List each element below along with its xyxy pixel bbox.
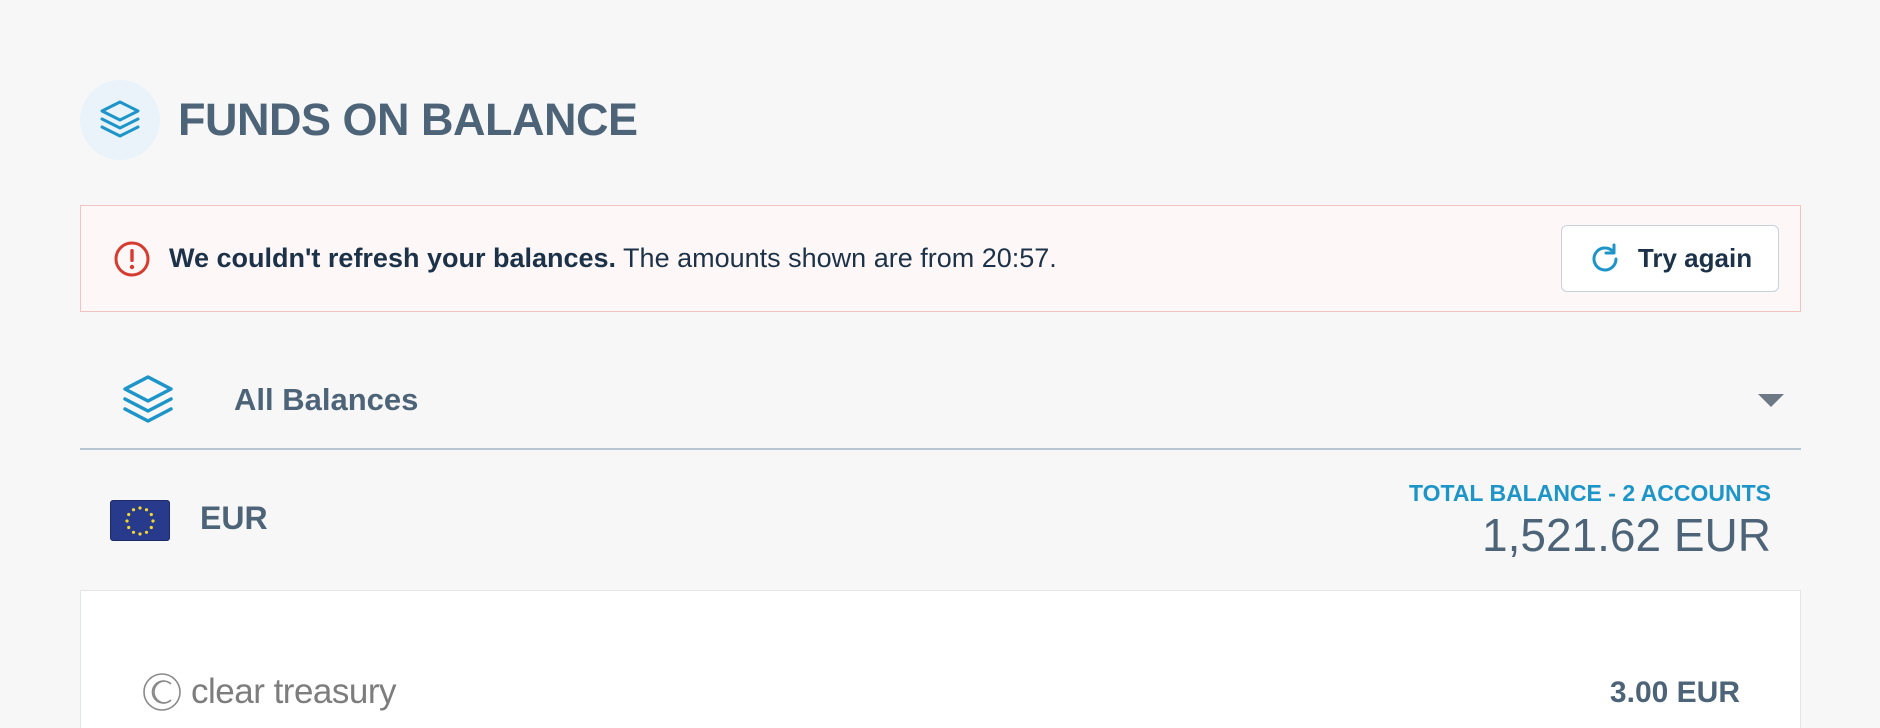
page-header: FUNDS ON BALANCE: [80, 80, 638, 160]
exclamation-circle-icon: [114, 241, 150, 276]
layers-icon: [100, 100, 140, 138]
bank-logo-text: clear treasury: [191, 672, 397, 711]
page-title: FUNDS ON BALANCE: [178, 94, 638, 145]
refresh-icon: [1592, 243, 1618, 271]
balances-dropdown-value: All Balances: [234, 382, 419, 417]
currency-group-header[interactable]: EUR TOTAL BALANCE - 2 ACCOUNTS 1,521.62 …: [80, 468, 1801, 590]
total-balance-caption: TOTAL BALANCE - 2 ACCOUNTS: [1408, 480, 1771, 506]
alert-detail-text: The amounts shown are from 20:57.: [616, 243, 1057, 273]
account-row[interactable]: clear treasury 3.00 EUR: [80, 590, 1801, 728]
try-again-label: Try again: [1637, 243, 1753, 273]
balances-dropdown[interactable]: All Balances: [80, 352, 1801, 450]
alert-message: We couldn't refresh your balances. The a…: [169, 243, 1057, 274]
bank-logo: clear treasury: [141, 671, 397, 713]
clear-treasury-logo-icon: [143, 673, 181, 711]
eu-stars-icon: [125, 505, 155, 536]
total-balance-amount: 1,521.62 EUR: [1482, 509, 1771, 561]
account-amount: 3.00 EUR: [1609, 676, 1740, 709]
header-icon-circle: [80, 80, 160, 160]
refresh-error-alert: We couldn't refresh your balances. The a…: [80, 205, 1801, 312]
layers-icon: [123, 375, 173, 423]
currency-code: EUR: [200, 500, 268, 536]
caret-down-icon: [1758, 394, 1784, 407]
eu-flag-icon: [110, 500, 170, 541]
alert-bold-text: We couldn't refresh your balances.: [169, 243, 617, 273]
try-again-button[interactable]: Try again: [1561, 225, 1779, 292]
